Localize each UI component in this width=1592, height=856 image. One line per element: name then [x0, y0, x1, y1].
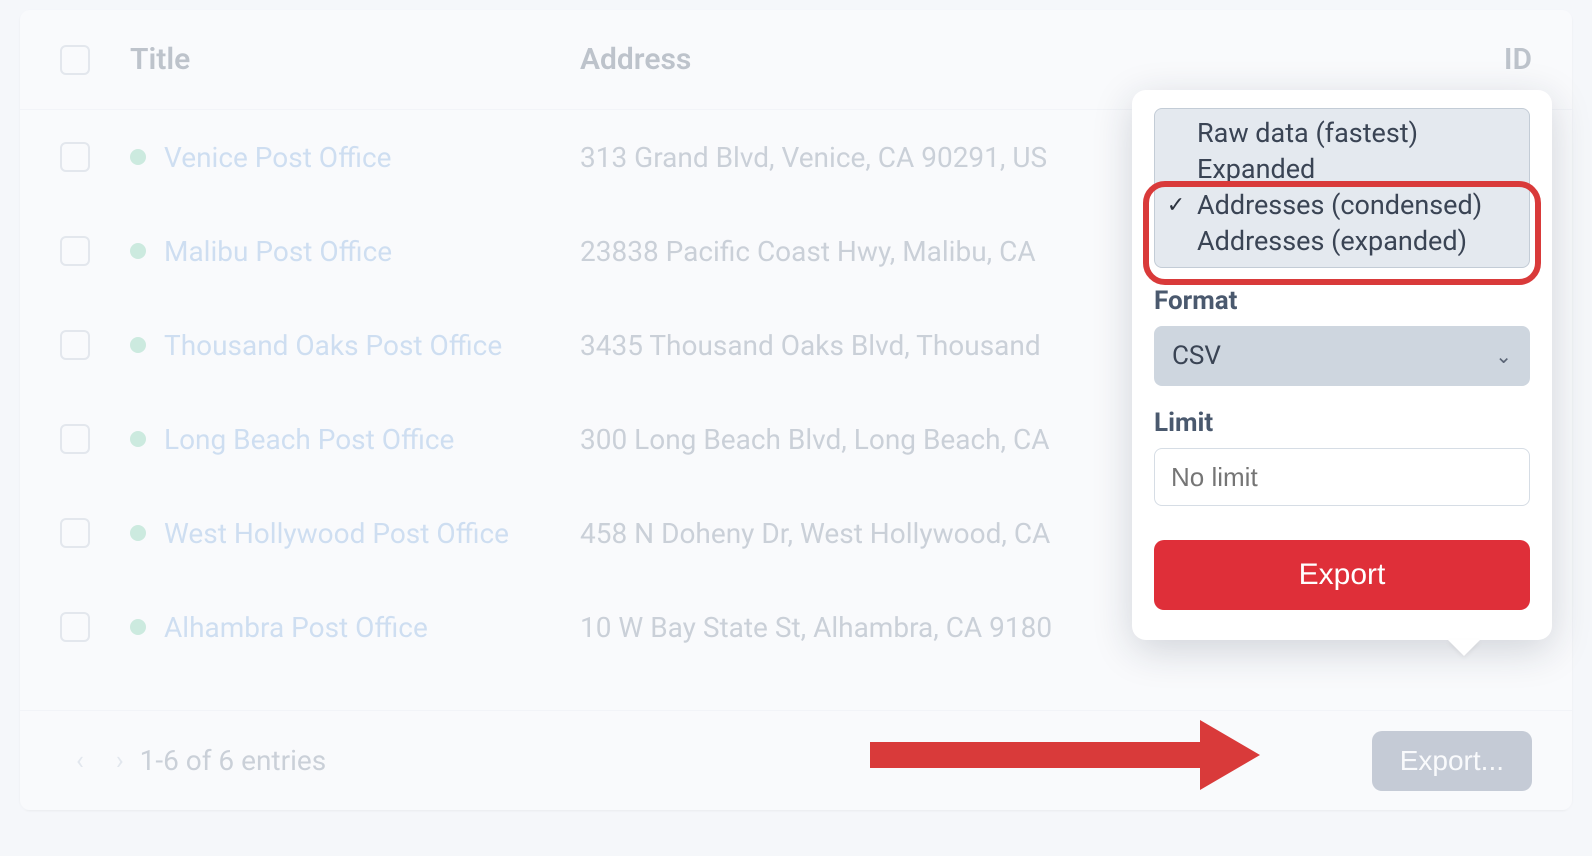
format-select[interactable]: CSV ⌄	[1154, 326, 1530, 386]
export-option-expanded[interactable]: Expanded	[1155, 151, 1529, 187]
row-checkbox[interactable]	[60, 142, 90, 172]
option-label: Expanded	[1197, 153, 1315, 185]
pager-next-icon[interactable]: ›	[100, 746, 140, 776]
option-label: Addresses (expanded)	[1197, 225, 1467, 257]
limit-label: Limit	[1154, 408, 1530, 438]
status-dot-icon	[130, 337, 146, 353]
export-option-addresses-expanded[interactable]: Addresses (expanded)	[1155, 223, 1529, 259]
export-popover: Raw data (fastest) Expanded ✓ Addresses …	[1132, 90, 1552, 640]
chevron-down-icon: ⌄	[1495, 344, 1512, 368]
pager-prev-icon[interactable]: ‹	[60, 746, 100, 776]
row-checkbox[interactable]	[60, 612, 90, 642]
header-address[interactable]: Address	[580, 42, 1472, 77]
entry-title-link[interactable]: Alhambra Post Office	[164, 611, 428, 644]
export-option-addresses-condensed[interactable]: ✓ Addresses (condensed)	[1155, 187, 1529, 223]
option-label: Addresses (condensed)	[1197, 189, 1482, 221]
export-mode-select[interactable]: Raw data (fastest) Expanded ✓ Addresses …	[1154, 108, 1530, 268]
row-checkbox[interactable]	[60, 330, 90, 360]
header-title[interactable]: Title	[130, 42, 580, 77]
entry-title-link[interactable]: Thousand Oaks Post Office	[164, 329, 502, 362]
option-label: Raw data (fastest)	[1197, 117, 1418, 149]
entry-title-link[interactable]: Malibu Post Office	[164, 235, 392, 268]
header-id[interactable]: ID	[1472, 42, 1532, 77]
export-option-raw[interactable]: Raw data (fastest)	[1155, 115, 1529, 151]
table-footer: ‹ › 1-6 of 6 entries Export...	[20, 710, 1572, 810]
check-icon: ✓	[1165, 193, 1187, 218]
format-label: Format	[1154, 286, 1530, 316]
select-all-checkbox[interactable]	[60, 45, 90, 75]
header-checkbox-cell	[60, 45, 130, 75]
row-checkbox[interactable]	[60, 518, 90, 548]
entry-title-link[interactable]: Long Beach Post Office	[164, 423, 454, 456]
status-dot-icon	[130, 525, 146, 541]
export-button[interactable]: Export	[1154, 540, 1530, 610]
status-dot-icon	[130, 243, 146, 259]
limit-input[interactable]	[1154, 448, 1530, 506]
row-checkbox[interactable]	[60, 236, 90, 266]
pager-range: 1-6 of 6 entries	[140, 744, 327, 777]
entry-title-link[interactable]: West Hollywood Post Office	[164, 517, 509, 550]
status-dot-icon	[130, 431, 146, 447]
row-checkbox[interactable]	[60, 424, 90, 454]
format-value: CSV	[1172, 341, 1221, 371]
status-dot-icon	[130, 149, 146, 165]
entry-title-link[interactable]: Venice Post Office	[164, 141, 391, 174]
status-dot-icon	[130, 619, 146, 635]
export-trigger-button[interactable]: Export...	[1372, 731, 1532, 791]
